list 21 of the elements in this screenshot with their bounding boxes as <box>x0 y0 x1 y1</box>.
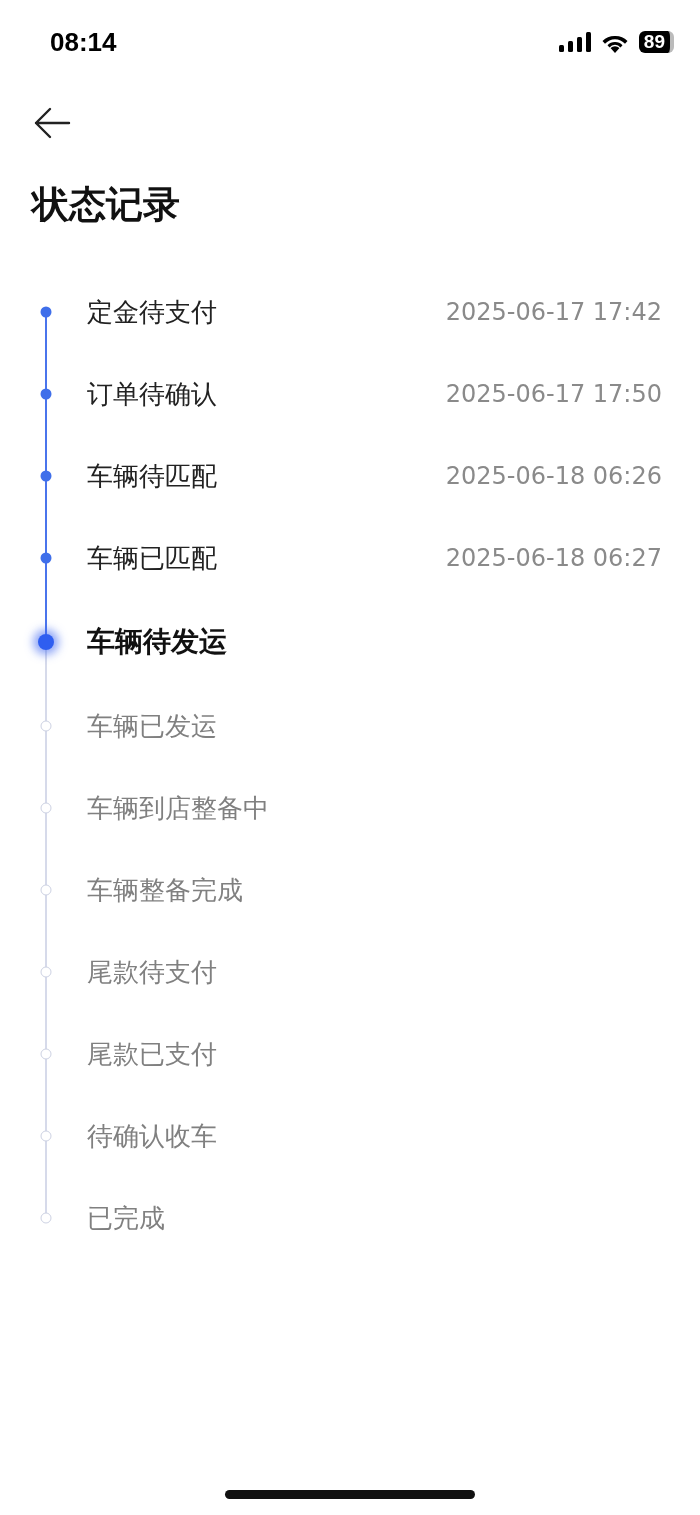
status-date-time: 2025-06-17 17:50 <box>445 380 662 408</box>
status-label: 车辆待匹配 <box>87 459 217 493</box>
status-label: 待确认收车 <box>87 1119 217 1153</box>
signal-icon <box>558 32 591 52</box>
status-label: 车辆已发运 <box>87 709 217 743</box>
status-time: 08:14 <box>50 26 117 58</box>
battery-icon: 89 <box>638 31 674 53</box>
page-title: 状态记录 <box>32 182 181 228</box>
status-label: 车辆已匹配 <box>87 541 217 575</box>
back-arrow-icon[interactable] <box>33 107 71 139</box>
status-label: 尾款已支付 <box>87 1037 217 1071</box>
status-label: 车辆待发运 <box>87 624 227 660</box>
status-label: 尾款待支付 <box>87 955 217 989</box>
status-date-time: 2025-06-18 06:26 <box>445 462 662 490</box>
status-date-time: 2025-06-17 17:42 <box>445 298 662 326</box>
status-label: 已完成 <box>87 1201 165 1235</box>
status-label: 车辆到店整备中 <box>87 791 269 825</box>
status-label: 定金待支付 <box>87 295 217 329</box>
status-date-time: 2025-06-18 06:27 <box>445 544 662 572</box>
status-label: 车辆整备完成 <box>87 873 243 907</box>
status-label: 订单待确认 <box>87 377 217 411</box>
